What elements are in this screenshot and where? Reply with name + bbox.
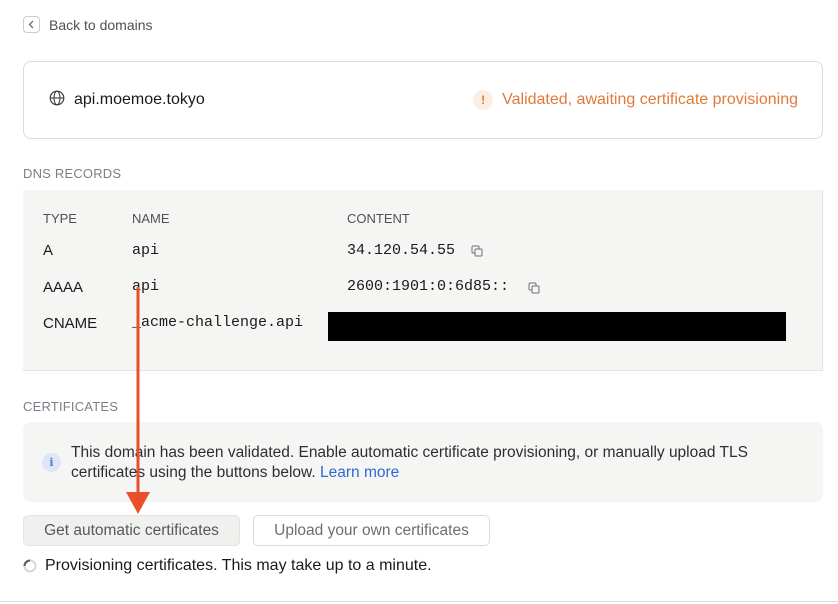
dns-records-table: TYPE NAME CONTENT A api 34.120.54.55 AAA…: [23, 190, 823, 371]
column-header-name: NAME: [132, 211, 170, 226]
get-automatic-certificates-button[interactable]: Get automatic certificates: [23, 515, 240, 546]
record-content: 34.120.54.55: [347, 242, 456, 259]
spinner-icon: [23, 559, 37, 573]
certificates-heading: CERTIFICATES: [23, 399, 119, 414]
status-text: Validated, awaiting certificate provisio…: [502, 91, 798, 108]
exclamation-icon: !: [473, 90, 494, 110]
column-header-content: CONTENT: [347, 211, 410, 226]
copy-icon[interactable]: [471, 244, 483, 262]
record-type: AAAA: [43, 279, 84, 296]
column-header-type: TYPE: [43, 211, 77, 226]
learn-more-link[interactable]: Learn more: [320, 464, 399, 481]
provisioning-status: Provisioning certificates. This may take…: [45, 557, 432, 574]
domain-name: api.moemoe.tokyo: [74, 91, 205, 108]
info-icon: i: [42, 453, 61, 472]
info-message: This domain has been validated. Enable a…: [71, 444, 748, 481]
record-name: _acme-challenge.api: [132, 314, 304, 331]
back-label: Back to domains: [49, 16, 153, 33]
chevron-left-icon: [23, 16, 40, 33]
info-text: This domain has been validated. Enable a…: [71, 443, 811, 483]
back-to-domains-link[interactable]: Back to domains: [23, 16, 153, 33]
domain-card: api.moemoe.tokyo ! Validated, awaiting c…: [23, 61, 823, 139]
certificate-info-notice: i This domain has been validated. Enable…: [23, 422, 823, 502]
copy-icon[interactable]: [528, 281, 540, 299]
record-name: api: [132, 278, 160, 295]
divider: [0, 601, 838, 602]
dns-records-heading: DNS RECORDS: [23, 166, 122, 181]
globe-icon: [49, 90, 65, 111]
record-name: api: [132, 242, 160, 259]
record-content: 2600:1901:0:6d85::: [347, 278, 510, 295]
record-type: CNAME: [43, 315, 98, 332]
upload-certificates-button[interactable]: Upload your own certificates: [253, 515, 490, 546]
record-type: A: [43, 242, 54, 259]
domain-status: ! Validated, awaiting certificate provis…: [473, 62, 798, 138]
redacted-content: [328, 312, 786, 341]
